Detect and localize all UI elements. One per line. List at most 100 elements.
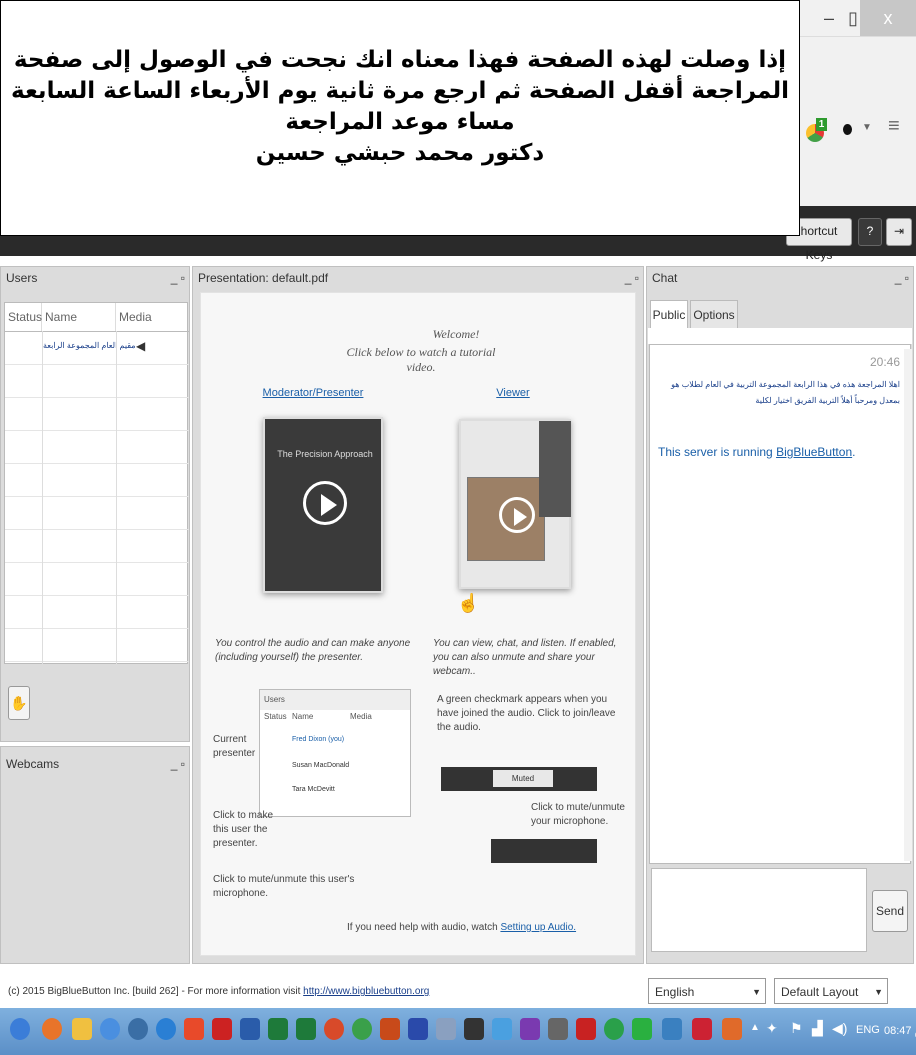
mini-col-name: Name [292, 712, 314, 721]
flag-icon[interactable]: ⚑ [790, 1020, 803, 1037]
col-name[interactable]: Name [42, 303, 116, 331]
sidebar-thumbnail [539, 421, 571, 517]
click-mute-label: Click to mute/unmute this user's microph… [213, 874, 355, 899]
click-make-presenter-label: Click to make this user the presenter. [213, 810, 274, 849]
extension-icon[interactable]: 1 [806, 118, 828, 144]
bigbluebutton-link[interactable]: BigBlueButton [776, 445, 852, 459]
badge: 1 [816, 118, 827, 131]
welcome-text: Welcome! [432, 327, 480, 341]
clock[interactable]: 08:47 م [884, 1024, 916, 1037]
restore-button[interactable]: ▯ [846, 0, 860, 36]
app-icon[interactable] [492, 1018, 512, 1040]
table-row [5, 530, 189, 563]
user-name: مقيم العام المجموعة الرابعة [43, 341, 136, 350]
mini-user-row: Fred Dixon (you) [292, 736, 345, 743]
language-value: English [655, 985, 695, 999]
send-button[interactable]: Send [872, 890, 908, 932]
tab-options[interactable]: Options [690, 300, 738, 330]
app-icon[interactable] [548, 1018, 568, 1040]
scrollbar[interactable] [904, 349, 912, 861]
search-icon[interactable] [128, 1018, 148, 1040]
dropbox-icon[interactable]: ✦ [766, 1020, 778, 1037]
help-text: If you need help with audio, watch Setti… [347, 921, 637, 935]
notice-line: مساء موعد المراجعة [285, 109, 515, 135]
chat-input[interactable] [651, 868, 867, 952]
viewer-heading[interactable]: Viewer [493, 387, 533, 399]
app-icon[interactable] [268, 1018, 288, 1040]
play-icon[interactable] [303, 481, 347, 525]
table-row [5, 365, 189, 398]
col-status[interactable]: Status [5, 303, 42, 331]
muted-button[interactable]: Muted [493, 770, 553, 787]
speaker-icon[interactable]: ◀ [136, 339, 145, 353]
audio-toolbar: Muted [441, 767, 597, 791]
help-prefix: If you need help with audio, watch [347, 922, 498, 933]
divider [116, 331, 117, 665]
mic-toolbar [491, 839, 597, 863]
panel-controls[interactable]: _ ▫ [895, 267, 909, 289]
menu-icon[interactable]: ≡ [888, 115, 900, 138]
moderator-heading[interactable]: Moderator/Presenter [253, 387, 373, 399]
tray-expand-icon[interactable]: ▲ [750, 1022, 760, 1033]
network-icon[interactable]: ▟ [812, 1020, 823, 1037]
copyright-text: (c) 2015 BigBlueButton Inc. [build 262] … [8, 986, 429, 997]
tab-public[interactable]: Public [650, 300, 688, 330]
raise-hand-button[interactable]: ✋ [8, 686, 30, 720]
setting-up-audio-link[interactable]: Setting up Audio. [500, 922, 576, 933]
app-icon[interactable] [352, 1018, 372, 1040]
powerpoint-icon[interactable] [380, 1018, 400, 1040]
word-icon[interactable] [240, 1018, 260, 1040]
app-icon[interactable] [464, 1018, 484, 1040]
start-icon[interactable] [10, 1018, 30, 1040]
viewer-video[interactable] [459, 419, 571, 589]
logout-icon[interactable]: ⇥ [886, 218, 912, 246]
app-icon[interactable] [692, 1018, 712, 1040]
table-row [5, 629, 189, 662]
app-icon[interactable] [324, 1018, 344, 1040]
app-icon[interactable] [604, 1018, 624, 1040]
volume-icon[interactable]: ◀) [832, 1020, 847, 1037]
tab-strip [648, 328, 912, 344]
divider [42, 331, 43, 665]
play-icon[interactable] [499, 497, 535, 533]
panel-controls[interactable]: _ ▫ [171, 753, 185, 775]
app-icon[interactable] [184, 1018, 204, 1040]
mini-col-status: Status [264, 712, 287, 721]
moderator-video[interactable]: The Precision Approach [263, 417, 383, 593]
panel-controls[interactable]: _ ▫ [625, 267, 639, 289]
input-language[interactable]: ENG [856, 1024, 880, 1036]
pdf-icon[interactable] [212, 1018, 232, 1040]
col-media[interactable]: Media [116, 303, 189, 331]
dropdown-arrow-icon[interactable]: ▼ [862, 122, 872, 133]
app-icon[interactable] [662, 1018, 682, 1040]
language-select[interactable]: English ▼ [648, 978, 766, 1004]
mini-user-row: Susan MacDonald [292, 762, 350, 769]
app-icon[interactable] [436, 1018, 456, 1040]
help-button[interactable]: ? [858, 218, 882, 246]
minimize-button[interactable]: – [820, 0, 838, 36]
layout-select[interactable]: Default Layout ▼ [774, 978, 888, 1004]
app-icon[interactable] [722, 1018, 742, 1040]
app-icon[interactable] [632, 1018, 652, 1040]
ie-icon[interactable] [156, 1018, 176, 1040]
layout-value: Default Layout [781, 985, 859, 999]
chat-timestamp: 20:46 [870, 355, 901, 369]
visio-icon[interactable] [408, 1018, 428, 1040]
visual-studio-icon[interactable] [520, 1018, 540, 1040]
excel-icon[interactable] [296, 1018, 316, 1040]
users-title: Users [6, 271, 38, 285]
explorer-icon[interactable] [72, 1018, 92, 1040]
close-button[interactable]: x [860, 0, 916, 36]
app-icon[interactable] [100, 1018, 120, 1040]
chevron-down-icon: ▼ [752, 987, 761, 997]
video-title: The Precision Approach [277, 449, 373, 459]
table-row [5, 431, 189, 464]
table-row[interactable]: مقيم العام المجموعة الرابعة ◀ [5, 332, 189, 365]
filezilla-icon[interactable] [576, 1018, 596, 1040]
dot-icon[interactable] [843, 124, 852, 135]
panel-controls[interactable]: _ ▫ [171, 267, 185, 289]
bbb-site-link[interactable]: http://www.bigbluebutton.org [303, 986, 429, 997]
mini-user-row: Tara McDevitt [292, 786, 335, 793]
mini-users-title: Users [260, 690, 410, 710]
firefox-icon[interactable] [42, 1018, 62, 1040]
